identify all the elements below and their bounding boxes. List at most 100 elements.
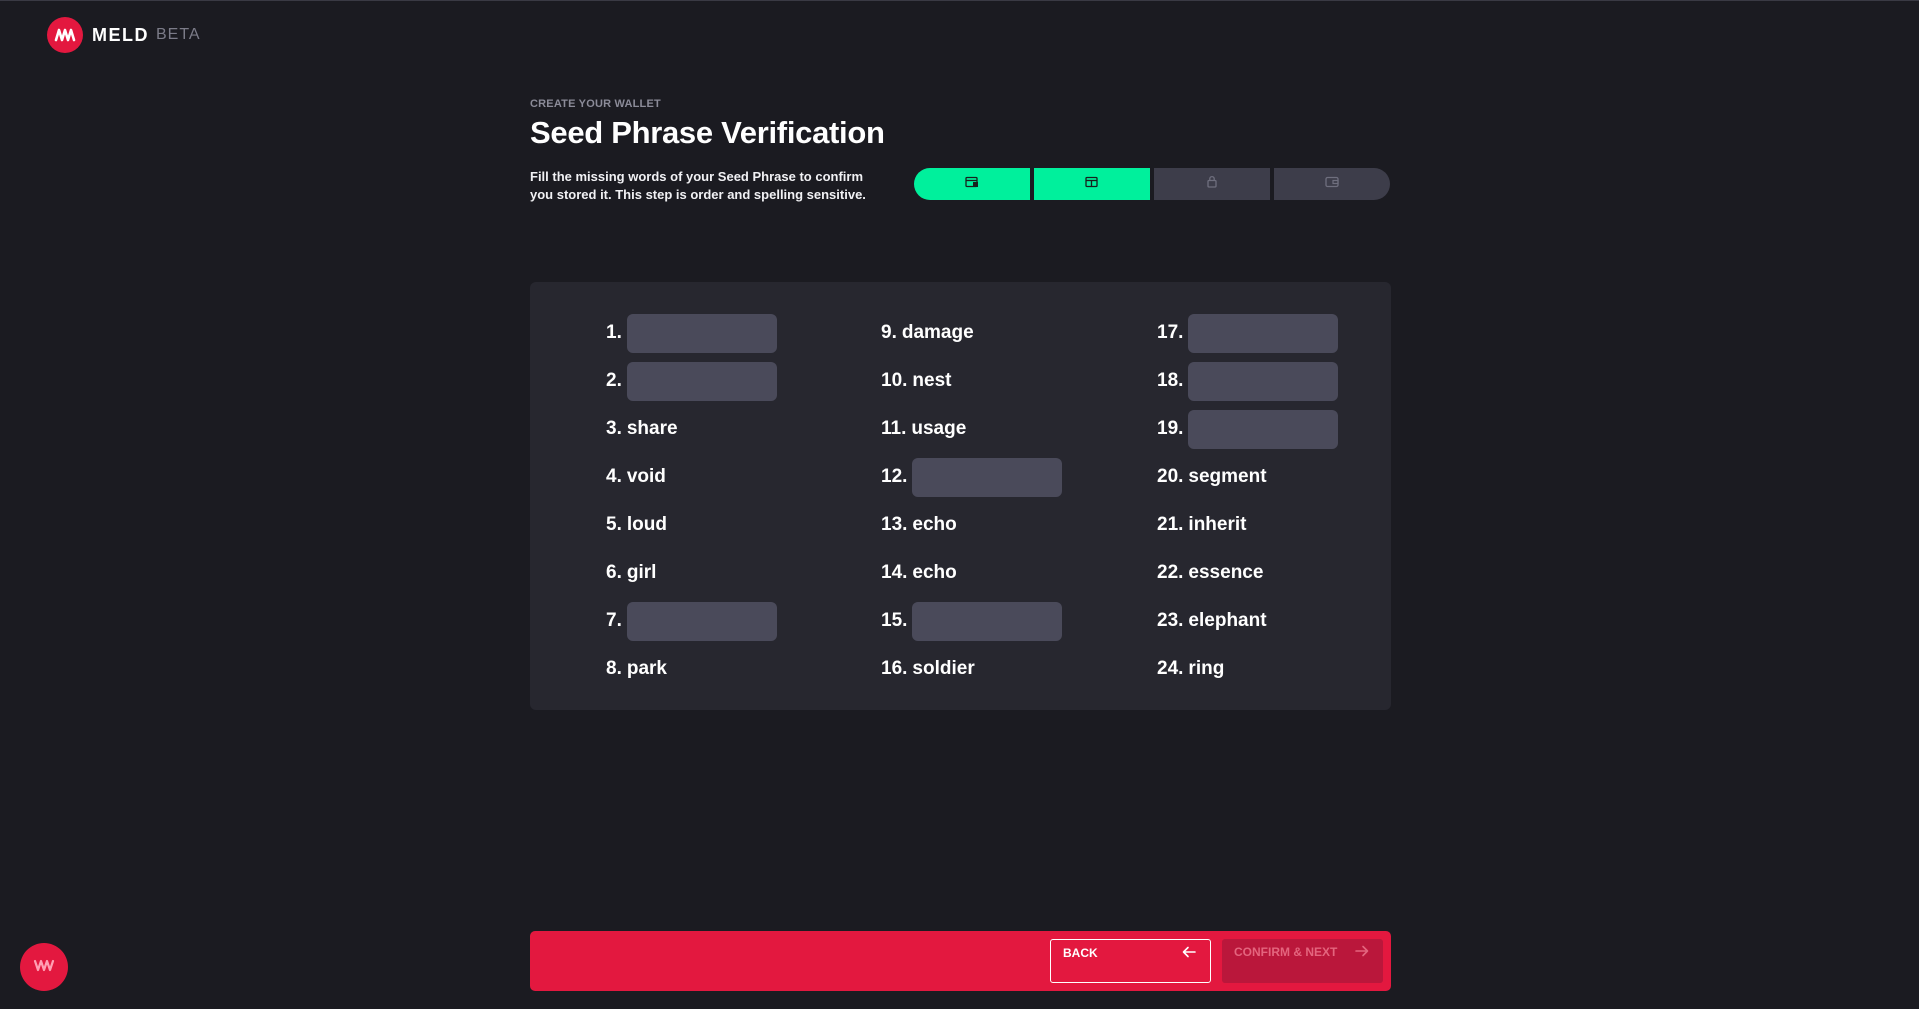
- word-number: 8.: [606, 658, 622, 679]
- seed-word-input-2[interactable]: [626, 361, 777, 401]
- seed-word-input-17[interactable]: [1188, 313, 1339, 353]
- seed-column-3: 17. 18. 19. 20. segment 21. inherit 22.: [1157, 309, 1397, 693]
- step-1: [914, 168, 1030, 200]
- seed-word: segment: [1188, 466, 1267, 487]
- seed-word: usage: [911, 418, 967, 439]
- seed-word-row: 3. share: [606, 405, 846, 453]
- word-number: 18.: [1157, 370, 1184, 391]
- word-number: 1.: [606, 322, 622, 343]
- word-number: 20.: [1157, 466, 1184, 487]
- seed-word-row: 22. essence: [1157, 549, 1397, 597]
- seed-word: echo: [912, 514, 957, 535]
- brand-logo[interactable]: MELD BETA: [47, 17, 201, 53]
- word-number: 9.: [881, 322, 897, 343]
- seed-word: inherit: [1188, 514, 1247, 535]
- description-line-1: Fill the missing words of your Seed Phra…: [530, 169, 864, 184]
- word-number: 7.: [606, 610, 622, 631]
- word-number: 24.: [1157, 658, 1184, 679]
- seed-word: elephant: [1188, 610, 1267, 631]
- seed-word-row: 9. damage: [881, 309, 1121, 357]
- page-header: CREATE YOUR WALLET Seed Phrase Verificat…: [530, 98, 1390, 202]
- seed-word-row: 1.: [606, 309, 846, 357]
- word-number: 16.: [881, 658, 908, 679]
- word-number: 14.: [881, 562, 908, 583]
- seed-word-row: 21. inherit: [1157, 501, 1397, 549]
- meld-logo-icon: [33, 957, 55, 978]
- seed-word: soldier: [912, 658, 975, 679]
- seed-word-row: 16. soldier: [881, 645, 1121, 693]
- step-2: [1034, 168, 1150, 200]
- word-number: 12.: [881, 466, 908, 487]
- confirm-next-button-label: CONFIRM & NEXT: [1234, 945, 1338, 959]
- footer-action-bar: BACK CONFIRM & NEXT: [530, 931, 1391, 991]
- seed-column-1: 1. 2. 3. share 4. void 5. loud 6. girl 7…: [606, 309, 846, 693]
- word-number: 5.: [606, 514, 622, 535]
- word-number: 23.: [1157, 610, 1184, 631]
- seed-word-row: 18.: [1157, 357, 1397, 405]
- word-number: 6.: [606, 562, 622, 583]
- seed-word: ring: [1188, 658, 1225, 679]
- seed-word-row: 5. loud: [606, 501, 846, 549]
- word-number: 4.: [606, 466, 622, 487]
- wallet-icon: [1325, 175, 1339, 193]
- word-number: 22.: [1157, 562, 1184, 583]
- wallet-check-icon: [1085, 175, 1099, 193]
- seed-word-row: 7.: [606, 597, 846, 645]
- seed-word-row: 19.: [1157, 405, 1397, 453]
- word-number: 13.: [881, 514, 908, 535]
- help-widget-button[interactable]: [20, 943, 68, 991]
- seed-word-input-1[interactable]: [626, 313, 777, 353]
- seed-word-input-7[interactable]: [626, 601, 777, 641]
- arrow-right-icon: [1355, 945, 1369, 960]
- seed-word-row: 2.: [606, 357, 846, 405]
- progress-stepper: [914, 168, 1390, 200]
- word-number: 21.: [1157, 514, 1184, 535]
- word-number: 17.: [1157, 322, 1184, 343]
- seed-word: essence: [1188, 562, 1264, 583]
- lock-icon: [1206, 175, 1218, 193]
- arrow-left-icon: [1182, 946, 1196, 961]
- word-number: 10.: [881, 370, 908, 391]
- seed-word-row: 11. usage: [881, 405, 1121, 453]
- seed-word-row: 15.: [881, 597, 1121, 645]
- seed-column-2: 9. damage 10. nest 11. usage 12. 13. ech…: [881, 309, 1121, 693]
- word-number: 3.: [606, 418, 622, 439]
- seed-word-row: 6. girl: [606, 549, 846, 597]
- seed-word-input-18[interactable]: [1188, 361, 1339, 401]
- step-4: [1274, 168, 1390, 200]
- brand-name: MELD: [92, 24, 149, 45]
- seed-phrase-card: 1. 2. 3. share 4. void 5. loud 6. girl 7…: [530, 282, 1391, 710]
- seed-word-input-12[interactable]: [912, 457, 1063, 497]
- seed-word-input-19[interactable]: [1188, 409, 1339, 449]
- seed-word: share: [626, 418, 678, 439]
- seed-word-row: 23. elephant: [1157, 597, 1397, 645]
- seed-word: girl: [626, 562, 657, 583]
- seed-word-row: 10. nest: [881, 357, 1121, 405]
- seed-word: echo: [912, 562, 957, 583]
- meld-logo-icon: [47, 17, 83, 53]
- seed-word-input-15[interactable]: [912, 601, 1063, 641]
- seed-word-row: 20. segment: [1157, 453, 1397, 501]
- seed-word: loud: [626, 514, 667, 535]
- seed-word: void: [626, 466, 666, 487]
- seed-word-row: 8. park: [606, 645, 846, 693]
- page-eyebrow: CREATE YOUR WALLET: [530, 98, 661, 110]
- back-button-label: BACK: [1063, 946, 1098, 960]
- word-number: 19.: [1157, 418, 1184, 439]
- word-number: 11.: [881, 418, 907, 439]
- page-title: Seed Phrase Verification: [530, 115, 885, 150]
- seed-word-row: 17.: [1157, 309, 1397, 357]
- seed-word: damage: [901, 322, 974, 343]
- seed-word-row: 12.: [881, 453, 1121, 501]
- page: MELD BETA CREATE YOUR WALLET Seed Phrase…: [0, 0, 1919, 1009]
- confirm-next-button[interactable]: CONFIRM & NEXT: [1222, 939, 1383, 983]
- wallet-add-icon: [965, 175, 979, 193]
- seed-word-row: 24. ring: [1157, 645, 1397, 693]
- back-button[interactable]: BACK: [1050, 939, 1211, 983]
- brand-beta-tag: BETA: [156, 26, 201, 43]
- seed-word: park: [626, 658, 667, 679]
- description-line-2: you stored it. This step is order and sp…: [530, 187, 866, 202]
- seed-word-row: 13. echo: [881, 501, 1121, 549]
- seed-word-row: 14. echo: [881, 549, 1121, 597]
- page-description: Fill the missing words of your Seed Phra…: [530, 168, 870, 204]
